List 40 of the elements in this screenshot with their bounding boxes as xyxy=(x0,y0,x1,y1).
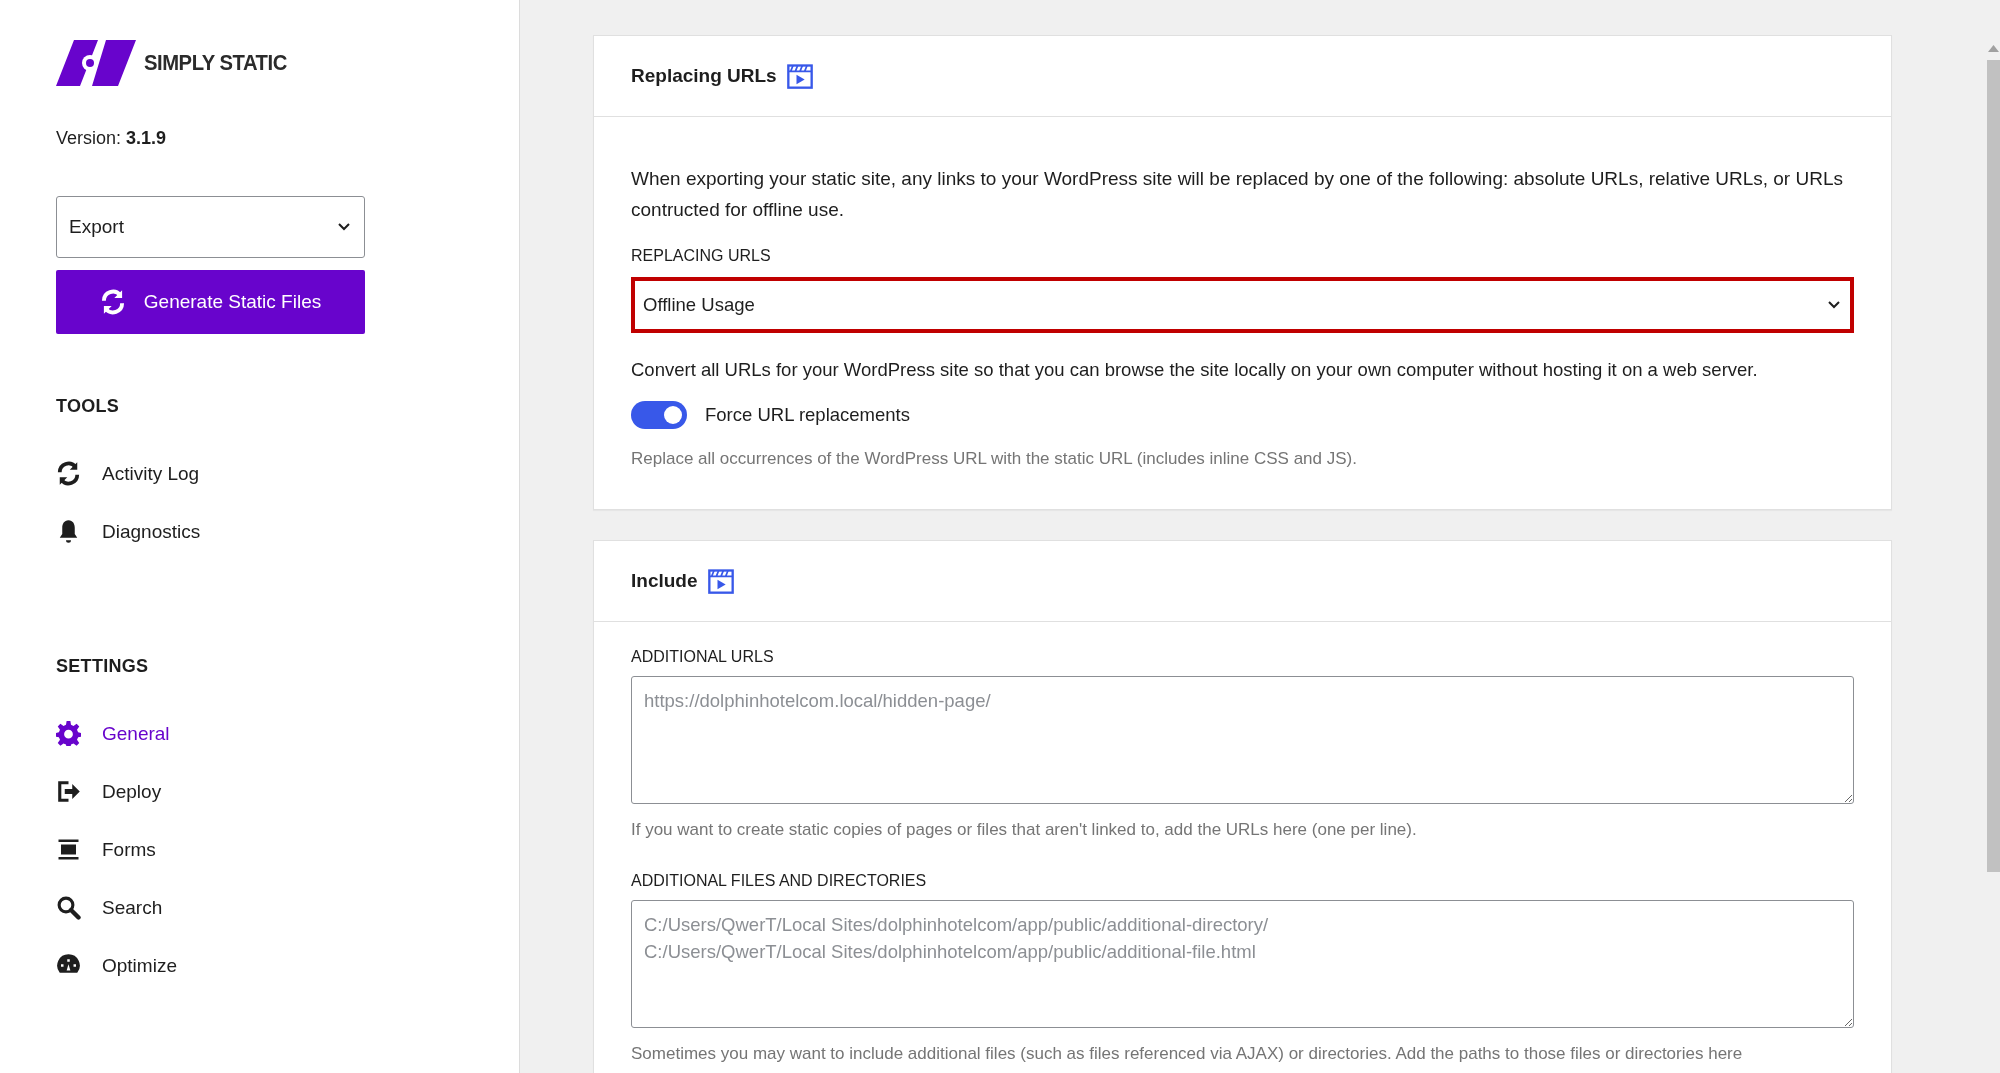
export-icon xyxy=(56,779,81,804)
toggle-label: Force URL replacements xyxy=(705,404,910,426)
replacing-urls-select[interactable]: Offline Usage xyxy=(631,277,1854,333)
video-icon[interactable] xyxy=(785,62,814,90)
textarea-field[interactable]: https://dolphinhotelcom.local/hidden-page/ xyxy=(631,676,1854,804)
card-title: Replacing URLs xyxy=(631,65,777,87)
form-icon xyxy=(56,837,81,862)
search-icon xyxy=(56,895,81,920)
sidebar-item[interactable]: Forms xyxy=(56,837,156,862)
gear-icon xyxy=(56,721,81,746)
help-text: Convert all URLs for your WordPress site so that you can browse the site locally on your own computer without hosting it on a web server. xyxy=(631,359,1759,381)
description-text: When exporting your static site, any links to your WordPress site will be replaced by one of the following: absolute URLs, relative URLs, or URLs contructed for offline use. xyxy=(631,167,1844,222)
field-label: REPLACING URLS xyxy=(631,247,771,265)
field-label: ADDITIONAL URLS xyxy=(631,648,774,666)
refresh-icon xyxy=(99,289,126,315)
sidebar-item[interactable]: Activity Log xyxy=(56,461,200,486)
video-icon[interactable] xyxy=(706,567,735,595)
chevron-down-icon xyxy=(1828,301,1840,309)
logo-icon xyxy=(56,40,136,86)
field-label: ADDITIONAL FILES AND DIRECTORIES xyxy=(631,872,927,890)
section-heading: SETTINGS xyxy=(56,656,149,677)
refresh-icon xyxy=(56,461,81,486)
generate-button[interactable]: Generate Static Files xyxy=(56,270,365,334)
sidebar-item[interactable]: Diagnostics xyxy=(56,519,201,544)
toggle-switch[interactable] xyxy=(631,401,687,429)
card-title: Include xyxy=(631,570,698,592)
section-heading: TOOLS xyxy=(56,396,120,417)
mode-select[interactable]: Export xyxy=(56,196,365,258)
help-text: Replace all occurrences of the WordPress URL with the static URL (includes inline CSS and JS). xyxy=(631,449,1358,469)
sidebar-item[interactable]: General xyxy=(56,721,170,746)
help-text: Sometimes you may want to include additional files (such as files referenced via AJAX) or directories. Add the paths to those files or directories here xyxy=(631,1044,1744,1064)
sidebar-item[interactable]: Optimize xyxy=(56,953,177,978)
chevron-down-icon xyxy=(338,223,350,231)
sidebar-item[interactable]: Deploy xyxy=(56,779,162,804)
version-text: Version: 3.1.9 xyxy=(56,128,167,149)
sidebar-item[interactable]: Search xyxy=(56,895,163,920)
scrollbar-thumb[interactable] xyxy=(1987,60,2000,872)
brand-name: SIMPLY STATIC xyxy=(144,50,287,76)
help-text: If you want to create static copies of pages or files that aren't linked to, add the URLs here (one per line). xyxy=(631,820,1418,840)
textarea-field[interactable]: C:/Users/QwerT/Local Sites/dolphinhotelcom/app/public/additional-directory/ C:/Users/QwerT/Local Sites/dolphinhotelcom/app/public/additional-file.html xyxy=(631,900,1854,1028)
